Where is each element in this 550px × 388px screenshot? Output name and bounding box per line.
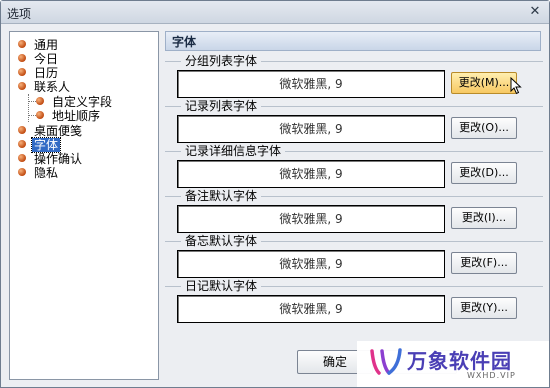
font-settings-panel: 字体 分组列表字体 微软雅黑, 9 更改(M)... 记录列表字体 微软雅黑, … [165,31,543,386]
nav-item-general[interactable]: 通用 [18,37,60,52]
change-font-button[interactable]: 更改(M)... [451,72,517,94]
bullet-icon [18,53,26,62]
group-record-list-font: 记录列表字体 微软雅黑, 9 更改(O)... [165,99,543,143]
font-preview: 微软雅黑, 9 [177,295,445,323]
change-font-button[interactable]: 更改(D)... [451,162,517,184]
site-logo-icon [370,348,402,375]
font-preview: 微软雅黑, 9 [177,115,445,143]
site-url: WXHD.VIP [467,371,516,380]
nav-item-desktop-notes[interactable]: 桌面便笺 [18,123,84,138]
change-font-button[interactable]: 更改(Y)... [451,297,517,319]
group-diary-default-font: 日记默认字体 微软雅黑, 9 更改(Y)... [165,279,543,323]
font-preview: 微软雅黑, 9 [177,250,445,278]
bullet-icon [18,125,26,134]
title-bar[interactable]: 选项 ✕ [1,1,549,24]
section-title: 字体 [165,31,541,51]
nav-item-privacy[interactable]: 隐私 [18,165,60,180]
close-icon[interactable]: ✕ [527,4,543,19]
group-title: 日记默认字体 [181,279,262,293]
group-record-detail-font: 记录详细信息字体 微软雅黑, 9 更改(D)... [165,144,543,188]
change-font-button[interactable]: 更改(O)... [451,117,517,139]
nav-item-custom-fields[interactable]: 自定义字段 [36,94,114,109]
nav-item-contacts[interactable]: 联系人 [18,79,72,94]
group-title: 分组列表字体 [181,54,262,68]
tree-connector [28,115,36,116]
change-font-button[interactable]: 更改(I)... [451,207,517,229]
bullet-icon [18,39,26,48]
options-dialog: 选项 ✕ 通用 今日 日历 联系人 自定义字段 地址顺序 桌面便笺 字体 操作确… [0,0,550,388]
mouse-cursor-icon [510,77,522,95]
window-title: 选项 [7,7,32,21]
bullet-icon [18,139,26,148]
group-category-list-font: 分组列表字体 微软雅黑, 9 更改(M)... [165,54,543,98]
group-remark-default-font: 备注默认字体 微软雅黑, 9 更改(I)... [165,189,543,233]
tree-connector [28,94,29,122]
group-title: 备忘默认字体 [181,234,262,248]
font-preview: 微软雅黑, 9 [177,70,445,98]
bullet-icon [18,67,26,76]
nav-item-fonts[interactable]: 字体 [18,136,62,153]
group-title: 记录详细信息字体 [181,144,286,158]
change-font-button[interactable]: 更改(F)... [451,252,517,274]
bullet-icon [18,153,26,162]
nav-item-address-order[interactable]: 地址顺序 [36,108,102,123]
bullet-icon [36,110,44,119]
nav-item-calendar[interactable]: 日历 [18,65,60,80]
font-preview: 微软雅黑, 9 [177,160,445,188]
site-name: 万象软件园 [407,349,512,373]
bullet-icon [18,81,26,90]
font-preview: 微软雅黑, 9 [177,205,445,233]
nav-item-today[interactable]: 今日 [18,51,60,66]
group-title: 备注默认字体 [181,189,262,203]
category-tree: 通用 今日 日历 联系人 自定义字段 地址顺序 桌面便笺 字体 操作确认 隐私 [9,31,159,380]
nav-item-confirmations[interactable]: 操作确认 [18,151,84,166]
group-title: 记录列表字体 [181,99,262,113]
bullet-icon [36,96,44,105]
watermark: 万象软件园 WXHD.VIP [357,341,549,387]
tree-connector [28,101,36,102]
bullet-icon [18,167,26,176]
group-memo-default-font: 备忘默认字体 微软雅黑, 9 更改(F)... [165,234,543,278]
